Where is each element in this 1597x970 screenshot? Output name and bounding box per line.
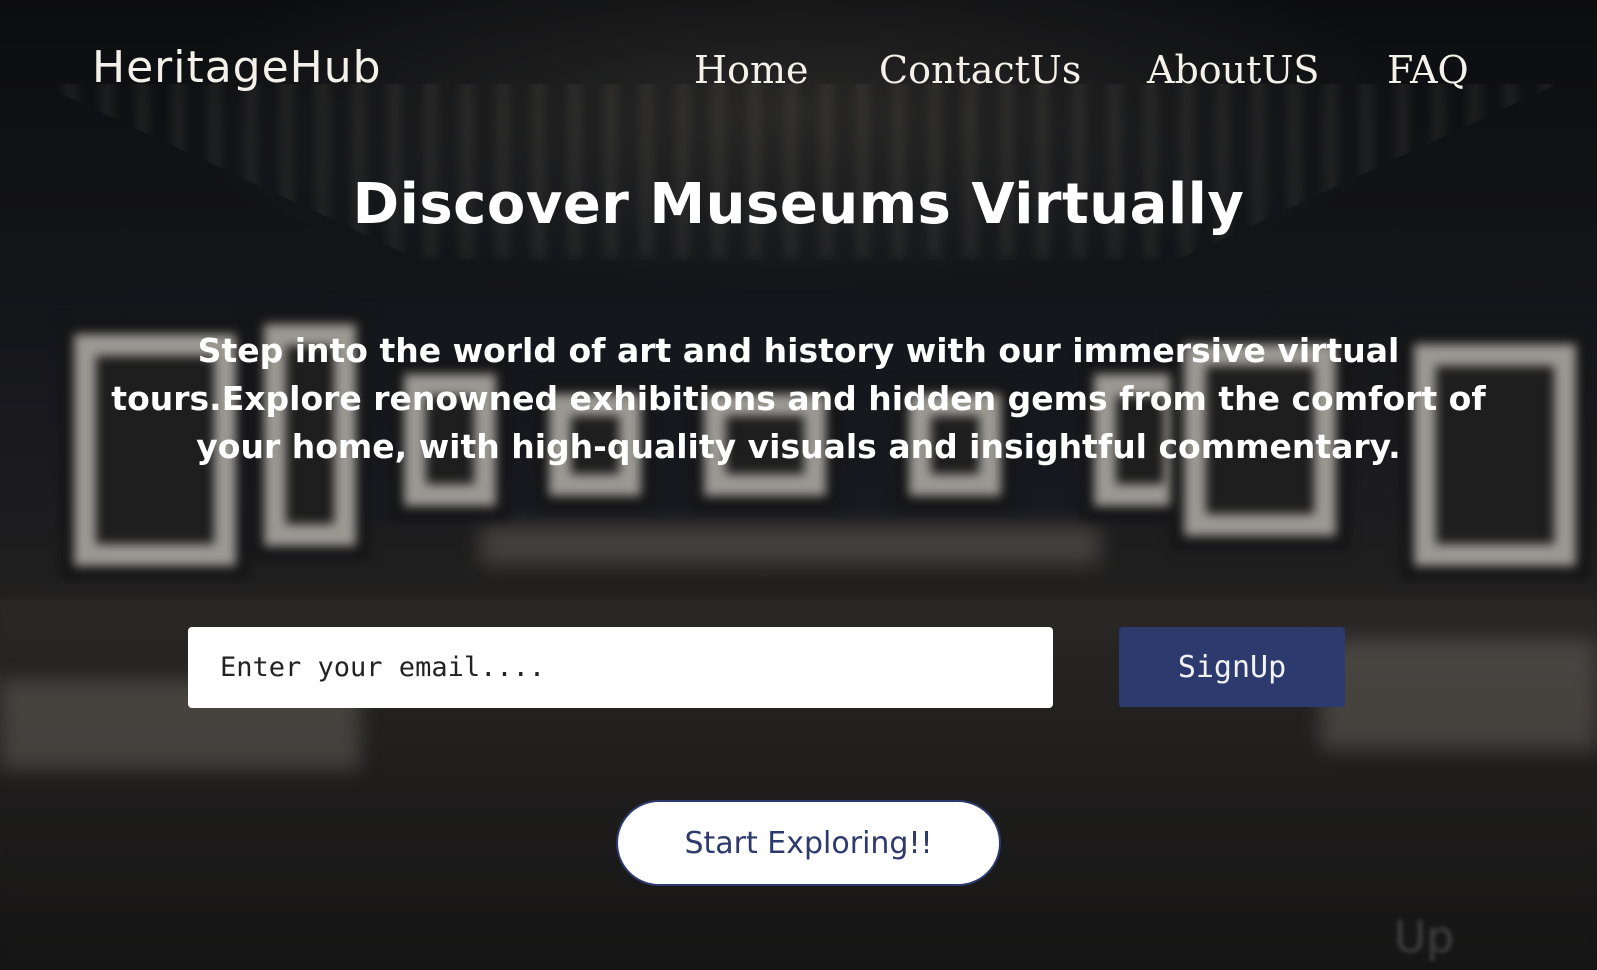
start-exploring-button[interactable]: Start Exploring!! bbox=[616, 800, 1001, 886]
nav-link-aboutus[interactable]: AboutUS bbox=[1147, 48, 1319, 92]
landing-page: Up HeritageHub Home ContactUs AboutUS FA… bbox=[0, 0, 1597, 970]
hero-description: Step into the world of art and history w… bbox=[111, 331, 1486, 466]
signup-button[interactable]: SignUp bbox=[1119, 627, 1345, 707]
nav-link-contactus[interactable]: ContactUs bbox=[879, 48, 1081, 92]
nav-link-faq[interactable]: FAQ bbox=[1387, 48, 1469, 92]
watermark-text: Up bbox=[1394, 912, 1455, 963]
email-input[interactable] bbox=[188, 627, 1053, 708]
nav-link-home[interactable]: Home bbox=[694, 48, 809, 92]
top-nav: Home ContactUs AboutUS FAQ bbox=[0, 48, 1597, 108]
hero-title: Discover Museums Virtually bbox=[352, 172, 1245, 237]
